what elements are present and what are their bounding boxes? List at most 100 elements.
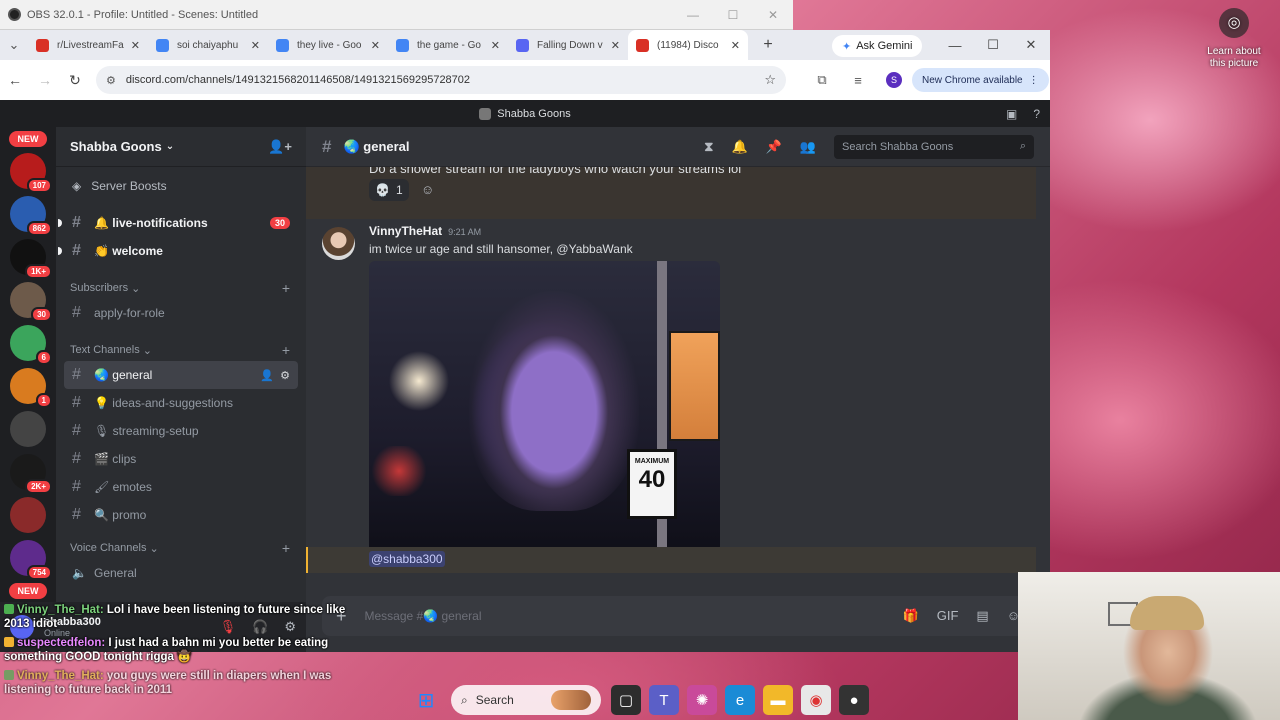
tab-strip: ⌄ r/LivestreamFa ✕ soi chaiyaphu ✕ they live… — [0, 30, 1050, 60]
file-explorer-icon[interactable]: ▬ — [763, 685, 793, 715]
maximize-icon[interactable]: ☐ — [713, 8, 753, 22]
channel-promo[interactable]: # 🔍 promo — [64, 501, 298, 529]
server-icon[interactable]: 6 — [10, 325, 52, 365]
channel-apply-for-role[interactable]: # apply-for-role — [64, 299, 298, 327]
copilot-icon[interactable]: ✺ — [687, 685, 717, 715]
add-channel-icon[interactable]: + — [282, 540, 290, 556]
chrome-update-button[interactable]: New Chrome available ⋮ — [912, 68, 1049, 92]
message-author[interactable]: VinnyTheHat — [369, 224, 442, 238]
browser-tab[interactable]: they live - Goo ✕ — [268, 30, 388, 60]
pin-icon[interactable]: 📌 — [766, 139, 782, 155]
gif-icon[interactable]: GIF — [937, 608, 959, 624]
server-icon[interactable]: 107 — [10, 153, 52, 193]
settings-gear-icon[interactable]: ⚙ — [280, 369, 290, 382]
browser-tab[interactable]: Falling Down v ✕ — [508, 30, 628, 60]
channel-emotes[interactable]: # 🖌 emotes — [64, 473, 298, 501]
channel-welcome[interactable]: # 👏 welcome — [58, 237, 298, 265]
close-tab-icon[interactable]: ✕ — [251, 39, 260, 52]
maximize-icon[interactable]: ☐ — [974, 37, 1012, 53]
server-icon[interactable]: 2K+ — [10, 454, 52, 494]
hash-icon: # — [72, 478, 81, 495]
extensions-icon[interactable]: ⧉ — [804, 72, 840, 88]
minimize-icon[interactable]: — — [673, 8, 713, 22]
invite-icon[interactable]: 👤 — [260, 369, 274, 382]
message-composer[interactable]: + Message #🌏 general 🎁 GIF ▤ ☺ — [322, 596, 1034, 636]
browser-tab[interactable]: (11984) Disco ✕ — [628, 30, 748, 60]
channel-general[interactable]: # 🌏 general 👤 ⚙ — [64, 361, 298, 389]
member-list-icon[interactable]: 👥 — [800, 139, 816, 155]
server-icon[interactable]: 1 — [10, 368, 52, 408]
add-channel-icon[interactable]: + — [282, 280, 290, 296]
back-icon[interactable]: ← — [0, 72, 30, 88]
add-channel-icon[interactable]: + — [282, 342, 290, 358]
threads-icon[interactable]: ⧗ — [704, 139, 713, 155]
obs-window-titlebar[interactable]: OBS 32.0.1 - Profile: Untitled - Scenes:… — [0, 0, 793, 30]
ask-gemini-button[interactable]: ✦ Ask Gemini — [832, 35, 923, 57]
gift-icon[interactable]: 🎁 — [903, 608, 919, 624]
chrome-icon[interactable]: ◉ — [801, 685, 831, 715]
address-bar[interactable]: ⚙ discord.com/channels/14913215682011465… — [96, 66, 786, 94]
edge-icon[interactable]: e — [725, 685, 755, 715]
channel-ideas-and-suggestions[interactable]: # 💡 ideas-and-suggestions — [64, 389, 298, 417]
browser-tab[interactable]: the game - Go ✕ — [388, 30, 508, 60]
forward-icon[interactable]: → — [30, 72, 60, 88]
hash-icon: # — [72, 242, 81, 259]
close-tab-icon[interactable]: ✕ — [371, 39, 380, 52]
search-input[interactable]: Search Shabba Goons ⌕ — [834, 134, 1034, 159]
sticker-icon[interactable]: ▤ — [976, 608, 988, 624]
new-badge: NEW — [9, 131, 47, 147]
server-icon[interactable]: 1K+ — [10, 239, 52, 279]
tab-label: they live - Goo — [297, 39, 362, 51]
minimize-icon[interactable]: — — [936, 38, 974, 53]
channel-clips[interactable]: # 🎬 clips — [64, 445, 298, 473]
media-icon[interactable]: ≡ — [840, 73, 876, 88]
google-lens-button[interactable]: ◎ Learn about this picture — [1196, 8, 1272, 70]
invite-people-icon[interactable]: 👤+ — [268, 139, 292, 155]
notification-bell-icon[interactable]: 🔔 — [731, 139, 747, 155]
tab-search-icon[interactable]: ⌄ — [0, 37, 28, 53]
taskbar-search[interactable]: ⌕ Search — [451, 685, 601, 715]
channel-label: 🎬 clips — [94, 452, 137, 466]
close-tab-icon[interactable]: ✕ — [611, 39, 620, 52]
user-mention[interactable]: @shabba300 — [369, 551, 445, 567]
server-icon[interactable] — [10, 411, 46, 447]
close-tab-icon[interactable]: ✕ — [491, 39, 500, 52]
channel-live-notifications[interactable]: # 🔔 live-notifications 30 — [58, 209, 298, 237]
avatar[interactable] — [322, 227, 355, 260]
close-tab-icon[interactable]: ✕ — [731, 39, 740, 52]
site-info-icon[interactable]: ⚙ — [106, 74, 116, 87]
server-icon[interactable]: 754 — [10, 540, 52, 580]
browser-tab[interactable]: soi chaiyaphu ✕ — [148, 30, 268, 60]
reload-icon[interactable]: ↻ — [60, 72, 90, 89]
server-icon[interactable] — [10, 497, 46, 533]
browser-tab[interactable]: r/LivestreamFa ✕ — [28, 30, 148, 60]
badge-icon — [4, 604, 14, 614]
speaker-icon: 🔈 — [72, 566, 87, 580]
server-header[interactable]: Shabba Goons ⌄ 👤+ — [56, 127, 306, 167]
server-icon[interactable]: 862 — [10, 196, 52, 236]
profile-avatar[interactable]: S — [886, 72, 902, 88]
lens-label-1: Learn about — [1207, 46, 1261, 57]
image-attachment[interactable]: MAXIMUM 40 — [369, 261, 720, 552]
reaction-button[interactable]: 💀 1 — [369, 179, 409, 201]
channel-streaming-setup[interactable]: # 🎙 streaming-setup — [64, 417, 298, 445]
close-tab-icon[interactable]: ✕ — [131, 39, 140, 52]
category-text-channels[interactable]: Text Channels ⌄ + — [56, 327, 306, 361]
close-icon[interactable]: ✕ — [753, 8, 793, 22]
add-reaction-icon[interactable]: ☺ — [417, 179, 439, 201]
server-icon[interactable]: 30 — [10, 282, 52, 322]
windows-start-icon[interactable]: ⊞ — [411, 685, 441, 715]
task-view-icon[interactable]: ▢ — [611, 685, 641, 715]
close-icon[interactable]: ✕ — [1012, 37, 1050, 53]
new-tab-button[interactable]: + — [756, 36, 780, 54]
category-voice-channels[interactable]: Voice Channels ⌄ + — [56, 529, 306, 559]
server-boosts[interactable]: ◈ Server Boosts — [56, 167, 306, 205]
inbox-icon[interactable]: ▣ — [1006, 107, 1017, 121]
chat-username: suspectedfelon: — [17, 637, 106, 649]
help-icon[interactable]: ? — [1033, 107, 1040, 121]
teams-icon[interactable]: T — [649, 685, 679, 715]
bookmark-star-icon[interactable]: ☆ — [764, 72, 776, 88]
obs-icon[interactable]: ● — [839, 685, 869, 715]
voice-channel-general[interactable]: 🔈 General — [64, 559, 298, 587]
category-subscribers[interactable]: Subscribers ⌄ + — [56, 265, 306, 299]
